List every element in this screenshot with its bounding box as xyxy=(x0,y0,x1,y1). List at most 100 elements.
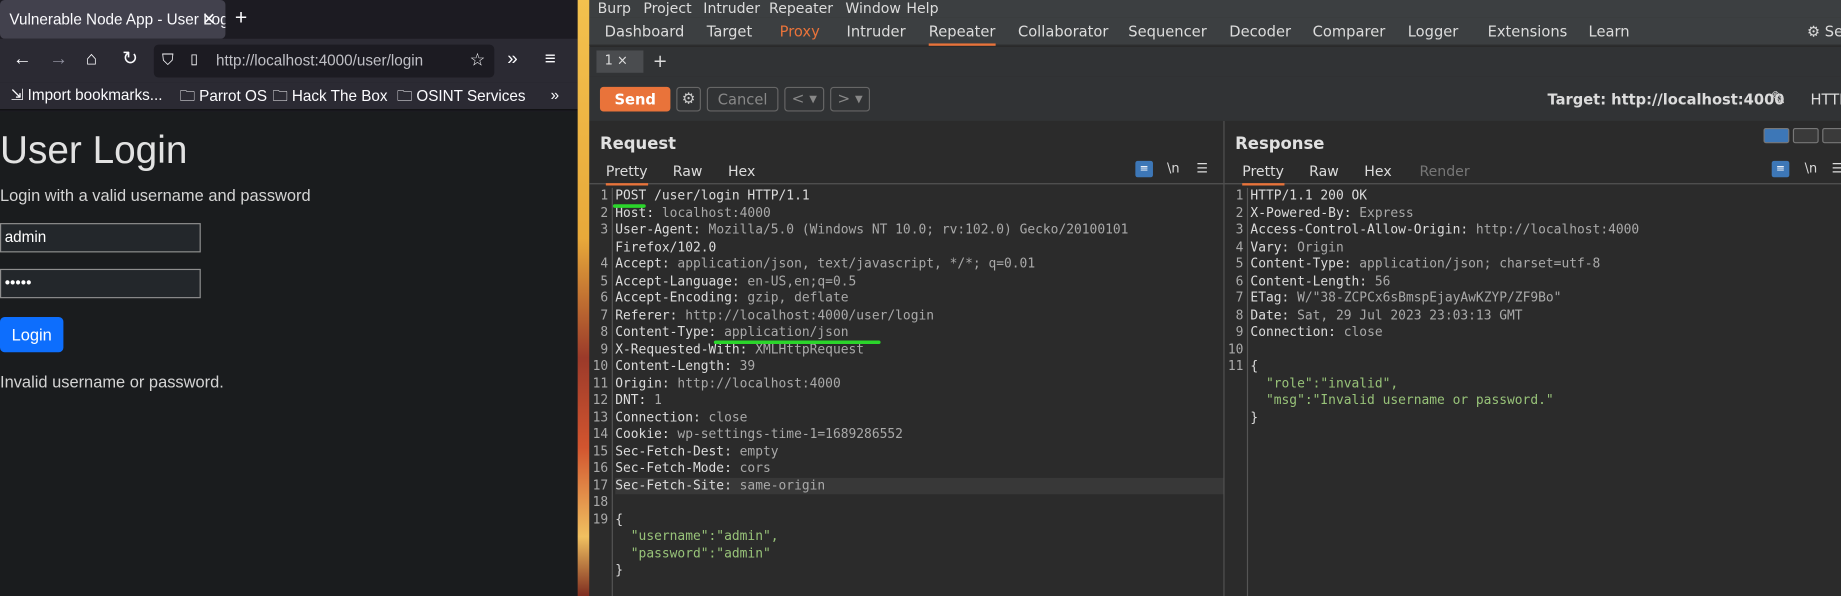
send-button[interactable]: Send xyxy=(599,86,671,112)
menu-project[interactable]: Project xyxy=(643,0,691,16)
code-line[interactable]: Sec-Fetch-Site: same-origin xyxy=(615,477,1224,495)
code-line[interactable]: HTTP/1.1 200 OK xyxy=(1250,188,1841,205)
tab-repeater[interactable]: Repeater xyxy=(928,22,996,46)
login-button[interactable]: Login xyxy=(0,317,64,353)
menu-burp[interactable]: Burp xyxy=(598,0,631,16)
tab-dashboard[interactable]: Dashboard xyxy=(605,22,685,40)
request-tab-pretty[interactable]: Pretty xyxy=(605,163,648,186)
code-line[interactable]: } xyxy=(615,562,1223,579)
menu-window[interactable]: Window xyxy=(845,0,901,16)
bookmarks-overflow-icon[interactable]: » xyxy=(551,86,559,104)
code-line[interactable]: { xyxy=(615,511,1223,528)
menu-intruder[interactable]: Intruder xyxy=(703,0,760,16)
code-line[interactable]: Content-Length: 39 xyxy=(615,358,1223,375)
code-line[interactable]: Content-Length: 56 xyxy=(1250,273,1841,290)
code-line[interactable]: "password":"admin" xyxy=(615,545,1223,562)
code-line[interactable]: Connection: close xyxy=(1250,324,1841,341)
response-tab-pretty[interactable]: Pretty xyxy=(1242,163,1284,186)
hamburger-menu-icon[interactable]: ≡ xyxy=(545,49,556,70)
response-newline-toggle-icon[interactable]: \n xyxy=(1805,161,1818,176)
tab-logger[interactable]: Logger xyxy=(1408,22,1459,40)
code-line[interactable] xyxy=(1250,341,1841,358)
code-line[interactable]: X-Powered-By: Express xyxy=(1250,205,1841,222)
browser-tab[interactable]: Vulnerable Node App - User Login ✕ xyxy=(0,0,226,39)
response-tab-raw[interactable]: Raw xyxy=(1309,163,1339,179)
back-icon[interactable]: ← xyxy=(13,49,32,70)
new-tab-icon[interactable]: + xyxy=(235,6,247,31)
url-text[interactable]: http://localhost:4000/user/login xyxy=(216,52,423,70)
more-options-icon[interactable]: ☰ xyxy=(1196,161,1208,176)
code-line[interactable]: User-Agent: Mozilla/5.0 (Windows NT 10.0… xyxy=(615,222,1223,239)
request-tab-raw[interactable]: Raw xyxy=(673,163,703,179)
close-icon[interactable]: ✕ xyxy=(202,9,216,29)
forward-icon[interactable]: → xyxy=(49,49,68,70)
tab-target[interactable]: Target xyxy=(707,22,752,40)
cancel-button[interactable]: Cancel xyxy=(706,86,779,112)
bookmark-folder-htb[interactable]: 🗀 Hack The Box xyxy=(272,86,387,112)
username-input[interactable]: admin xyxy=(0,223,201,253)
layout-side-by-side-icon[interactable] xyxy=(1763,127,1790,144)
code-line[interactable]: Accept-Language: en-US,en;q=0.5 xyxy=(615,273,1223,290)
request-tab-hex[interactable]: Hex xyxy=(728,163,755,179)
request-settings-gear-icon[interactable]: ⚙ xyxy=(676,86,701,112)
response-wrap-lines-icon[interactable]: ≡ xyxy=(1771,160,1790,178)
code-line[interactable]: "role":"invalid", xyxy=(1250,375,1841,392)
code-line[interactable]: Accept: application/json, text/javascrip… xyxy=(615,256,1223,273)
tab-learn[interactable]: Learn xyxy=(1589,22,1630,40)
code-line[interactable]: Vary: Origin xyxy=(1250,239,1841,256)
code-line[interactable]: X-Requested-With: XMLHttpRequest xyxy=(615,341,1223,358)
wrap-lines-icon[interactable]: ≡ xyxy=(1135,160,1153,178)
menu-repeater[interactable]: Repeater xyxy=(769,0,833,16)
response-body[interactable]: HTTP/1.1 200 OK X-Powered-By: Express Acce… xyxy=(1250,188,1841,426)
request-body[interactable]: POST /user/login HTTP/1.1 Host: localhost… xyxy=(615,188,1224,580)
code-line[interactable]: Host: localhost:4000 xyxy=(615,205,1223,222)
repeater-tab-1[interactable]: 1 × xyxy=(596,50,644,73)
code-line[interactable]: Access-Control-Allow-Origin: http://loca… xyxy=(1250,222,1841,239)
response-tab-hex[interactable]: Hex xyxy=(1364,163,1391,179)
code-line[interactable]: "msg":"Invalid username or password." xyxy=(1250,392,1841,409)
tab-comparer[interactable]: Comparer xyxy=(1313,22,1386,40)
menu-help[interactable]: Help xyxy=(906,0,938,16)
code-line[interactable]: Date: Sat, 29 Jul 2023 23:03:13 GMT xyxy=(1250,307,1841,324)
password-input[interactable]: ••••• xyxy=(0,268,201,299)
request-editor[interactable]: 1 2 3 4 5 6 7 8 9 10 11 12 13 14 15 16 17 18 19 POST /user… xyxy=(589,187,1224,596)
code-line[interactable]: Origin: http://localhost:4000 xyxy=(615,375,1223,392)
edit-target-pencil-icon[interactable]: ✎ xyxy=(1771,87,1787,109)
newline-toggle-icon[interactable]: \n xyxy=(1167,161,1180,176)
code-line[interactable]: Cookie: wp-settings-time-1=1689286552 xyxy=(615,426,1223,443)
code-line[interactable]: "username":"admin", xyxy=(615,528,1223,545)
code-line[interactable]: Referer: http://localhost:4000/user/logi… xyxy=(615,307,1223,324)
layout-tabs-icon[interactable] xyxy=(1822,127,1841,144)
bookmark-import[interactable]: ⇲ Import bookmarks... xyxy=(11,86,163,105)
code-line[interactable]: DNT: 1 xyxy=(615,392,1223,409)
bookmark-folder-parrot[interactable]: 🗀 Parrot OS xyxy=(180,86,267,112)
code-line[interactable]: { xyxy=(1250,358,1841,375)
tab-proxy[interactable]: Proxy xyxy=(780,22,820,40)
settings-button[interactable]: ⚙ Se xyxy=(1807,22,1841,40)
response-tab-render[interactable]: Render xyxy=(1419,163,1469,179)
code-line[interactable]: } xyxy=(1250,409,1841,426)
url-bar[interactable]: ⛉ ▯ http://localhost:4000/user/login ☆ xyxy=(153,44,495,78)
layout-stacked-icon[interactable] xyxy=(1792,127,1819,144)
code-line[interactable]: Content-Type: application/json; charset=… xyxy=(1250,256,1841,273)
add-tab-icon[interactable]: + xyxy=(653,50,668,71)
bookmark-folder-osint[interactable]: 🗀 OSINT Services xyxy=(397,86,526,112)
code-line[interactable] xyxy=(615,494,1223,511)
shield-icon[interactable]: ⛉ xyxy=(162,50,173,69)
code-line[interactable]: POST /user/login HTTP/1.1 xyxy=(615,188,1223,205)
code-line[interactable]: Connection: close xyxy=(615,409,1223,426)
code-line[interactable]: Firefox/102.0 xyxy=(615,239,1223,256)
tab-collaborator[interactable]: Collaborator xyxy=(1018,22,1108,40)
history-forward-button[interactable]: > ▾ xyxy=(830,86,871,112)
code-line[interactable]: Sec-Fetch-Mode: cors xyxy=(615,460,1223,477)
bookmark-star-icon[interactable]: ☆ xyxy=(470,49,486,70)
code-line[interactable]: Accept-Encoding: gzip, deflate xyxy=(615,290,1223,307)
code-line[interactable]: ETag: W/"38-ZCPCx6sBmspEjayAwKZYP/ZF9Bo" xyxy=(1250,290,1841,307)
code-line[interactable]: Sec-Fetch-Dest: empty xyxy=(615,443,1223,460)
tab-extensions[interactable]: Extensions xyxy=(1488,22,1568,40)
response-editor[interactable]: 1 2 3 4 5 6 7 8 9 10 11 HTTP/1.1 200 OK X-Powered-B… xyxy=(1225,187,1841,596)
history-back-button[interactable]: < ▾ xyxy=(784,86,825,112)
reload-icon[interactable]: ↻ xyxy=(122,49,138,70)
overflow-icon[interactable]: » xyxy=(507,49,517,70)
response-more-options-icon[interactable]: ☰ xyxy=(1832,161,1841,176)
